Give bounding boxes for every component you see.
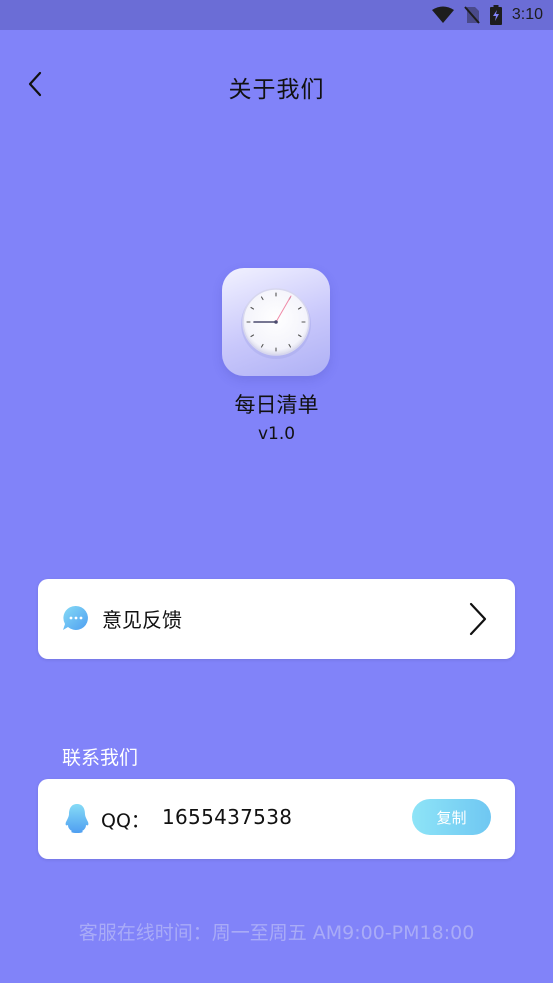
status-icons: 3:10 [431, 5, 543, 25]
feedback-row[interactable]: 意见反馈 [38, 579, 515, 659]
qq-penguin-icon [65, 804, 89, 833]
qq-number: 1655437538 [162, 805, 293, 829]
wifi-icon [431, 6, 454, 23]
service-hours: 客服在线时间：周一至周五 AM9:00-PM18:00 [78, 922, 475, 944]
app-version: v1.0 [257, 424, 296, 444]
contact-section-title: 联系我们 [62, 747, 139, 769]
chevron-right-icon [469, 602, 487, 636]
status-bar: 3:10 [0, 0, 553, 30]
no-sim-icon [464, 6, 480, 24]
chat-bubble-icon [63, 605, 88, 630]
page-title: 关于我们 [228, 77, 325, 103]
app-logo [222, 268, 330, 376]
battery-charging-icon [489, 5, 502, 25]
clock-icon [241, 288, 311, 359]
feedback-label: 意见反馈 [102, 608, 182, 632]
status-time: 3:10 [511, 6, 543, 23]
qq-contact-card: QQ： 1655437538 复制 [38, 779, 515, 859]
qq-label: QQ： [101, 810, 150, 832]
copy-button[interactable]: 复制 [412, 799, 491, 835]
app-name: 每日清单 [234, 393, 319, 417]
